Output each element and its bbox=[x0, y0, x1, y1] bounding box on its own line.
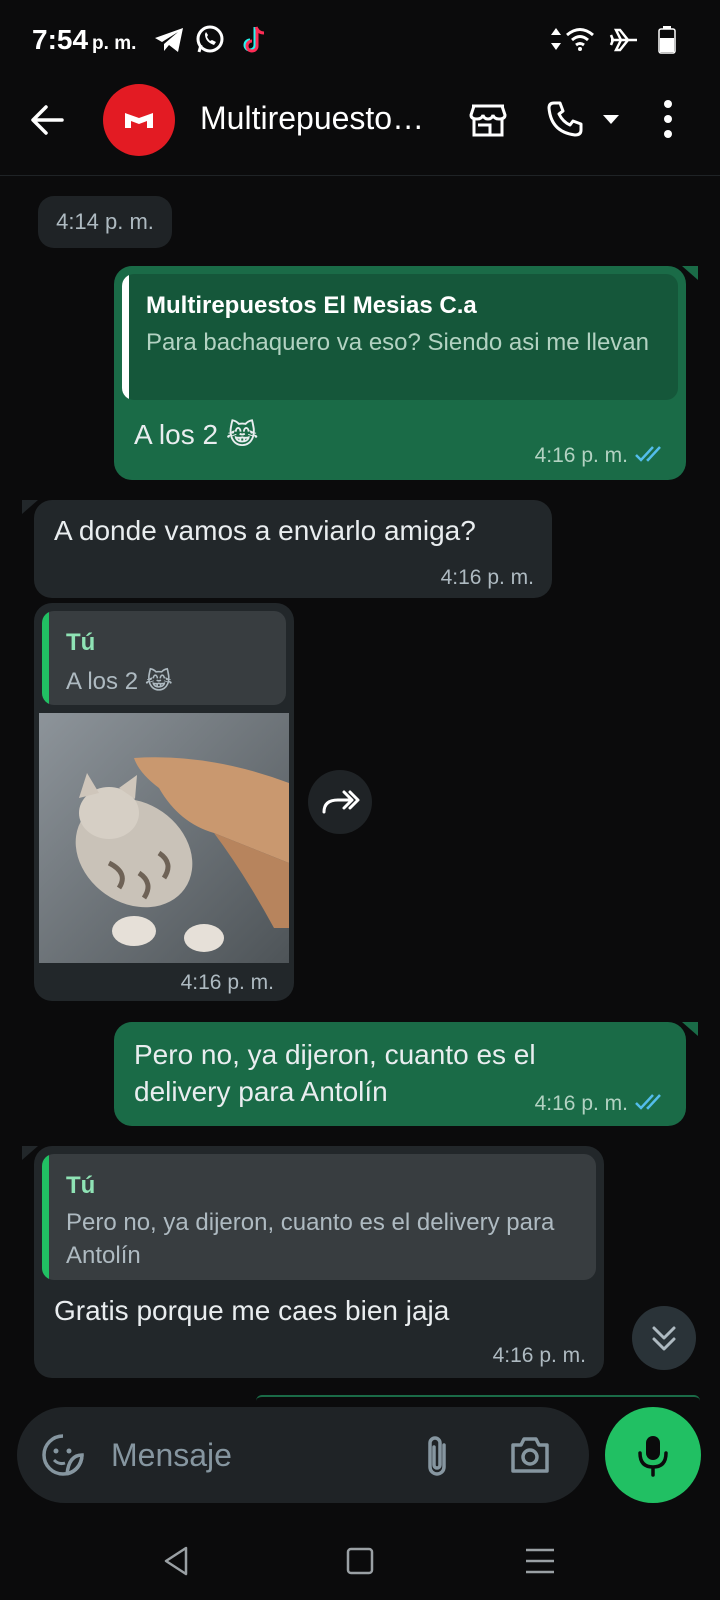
battery-icon bbox=[658, 26, 676, 54]
message-time: 4:16 p. m. bbox=[492, 1344, 586, 1367]
cat-photo-image bbox=[39, 713, 289, 963]
store-logo-icon bbox=[125, 113, 153, 128]
home-nav-icon[interactable] bbox=[343, 1544, 377, 1578]
message-time: 4:16 p. m. bbox=[180, 971, 274, 994]
message-text: Gratis porque me caes bien jaja bbox=[54, 1295, 450, 1326]
mic-icon bbox=[638, 1436, 668, 1477]
quoted-message[interactable]: Tú Pero no, ya dijeron, cuanto es el del… bbox=[42, 1154, 596, 1280]
phone-icon[interactable] bbox=[545, 99, 585, 139]
status-bar: 7:54 p. m. bbox=[0, 0, 720, 80]
read-ticks-icon bbox=[635, 1094, 661, 1110]
whatsapp-icon bbox=[196, 25, 224, 53]
camera-icon[interactable] bbox=[509, 1435, 551, 1475]
scroll-to-bottom-button[interactable] bbox=[632, 1306, 696, 1370]
quote-text: A los 2 😹 bbox=[66, 668, 173, 695]
back-nav-icon[interactable] bbox=[160, 1544, 194, 1578]
double-chevron-down-icon bbox=[652, 1326, 676, 1351]
bubble-tail bbox=[682, 266, 698, 280]
quote-bar bbox=[122, 274, 129, 400]
quote-author: Multirepuestos El Mesias C.a bbox=[146, 292, 477, 319]
status-time: 7:54 p. m. bbox=[32, 24, 137, 55]
chat-title[interactable]: Multirepuesto… bbox=[200, 100, 424, 137]
message-text: A donde vamos a enviarlo amiga? bbox=[54, 515, 476, 546]
forward-button[interactable] bbox=[308, 770, 372, 834]
sticker-icon[interactable] bbox=[41, 1433, 85, 1477]
message-input[interactable] bbox=[111, 1429, 411, 1481]
outgoing-message[interactable]: Pero no, ya dijeron, cuanto es el delive… bbox=[114, 1022, 698, 1126]
quoted-message[interactable]: Multirepuestos El Mesias C.a Para bachaq… bbox=[122, 274, 678, 400]
tiktok-icon bbox=[243, 26, 265, 53]
composer bbox=[17, 1407, 589, 1503]
quote-bar bbox=[42, 1154, 49, 1280]
store-icon[interactable] bbox=[468, 100, 508, 140]
avatar[interactable] bbox=[103, 84, 175, 156]
photo-cat[interactable] bbox=[39, 713, 289, 963]
bubble-tail bbox=[22, 500, 38, 514]
timestamp-chip: 4:14 p. m. bbox=[38, 196, 172, 248]
telegram-icon bbox=[155, 28, 183, 52]
voice-message-button[interactable] bbox=[605, 1407, 701, 1503]
more-vert-icon[interactable] bbox=[662, 98, 674, 140]
bubble-tail bbox=[682, 1022, 698, 1036]
message-text: A los 2 😹 bbox=[134, 419, 259, 450]
quote-text: Para bachaquero va eso? Siendo asi me ll… bbox=[146, 329, 649, 356]
quoted-message[interactable]: Tú A los 2 😹 bbox=[42, 611, 286, 705]
dropdown-caret-icon[interactable] bbox=[601, 112, 621, 126]
data-arrows-icon bbox=[551, 28, 561, 50]
message-time: 4:16 p. m. bbox=[440, 566, 534, 589]
outgoing-message[interactable]: Multirepuestos El Mesias C.a Para bachaq… bbox=[114, 266, 698, 480]
attach-icon[interactable] bbox=[422, 1433, 452, 1479]
incoming-message[interactable]: Tú Pero no, ya dijeron, cuanto es el del… bbox=[22, 1146, 604, 1378]
airplane-icon bbox=[609, 28, 637, 52]
next-message-edge bbox=[256, 1395, 700, 1401]
recents-nav-icon[interactable] bbox=[523, 1544, 557, 1578]
bubble-tail bbox=[22, 1146, 38, 1160]
message-time: 4:16 p. m. bbox=[534, 444, 628, 467]
quote-bar bbox=[42, 611, 49, 705]
quote-text: Pero no, ya dijeron, cuanto es el delive… bbox=[66, 1209, 555, 1269]
back-arrow-icon[interactable] bbox=[28, 100, 68, 140]
incoming-message[interactable]: A donde vamos a enviarlo amiga? 4:16 p. … bbox=[22, 500, 552, 598]
forward-icon bbox=[322, 790, 360, 814]
chat-header: Multirepuesto… bbox=[0, 80, 720, 176]
message-time: 4:16 p. m. bbox=[534, 1092, 628, 1115]
status-ampm: p. m. bbox=[92, 33, 137, 54]
incoming-photo-message[interactable]: Tú A los 2 😹 4:16 p. m. bbox=[34, 603, 294, 1001]
quote-author: Tú bbox=[66, 629, 96, 656]
system-nav-bar bbox=[0, 1520, 720, 1600]
message-text: Pero no, ya dijeron, cuanto es el delive… bbox=[134, 1039, 536, 1107]
read-ticks-icon bbox=[635, 446, 661, 462]
quote-author: Tú bbox=[66, 1172, 96, 1199]
wifi-icon bbox=[566, 28, 594, 51]
